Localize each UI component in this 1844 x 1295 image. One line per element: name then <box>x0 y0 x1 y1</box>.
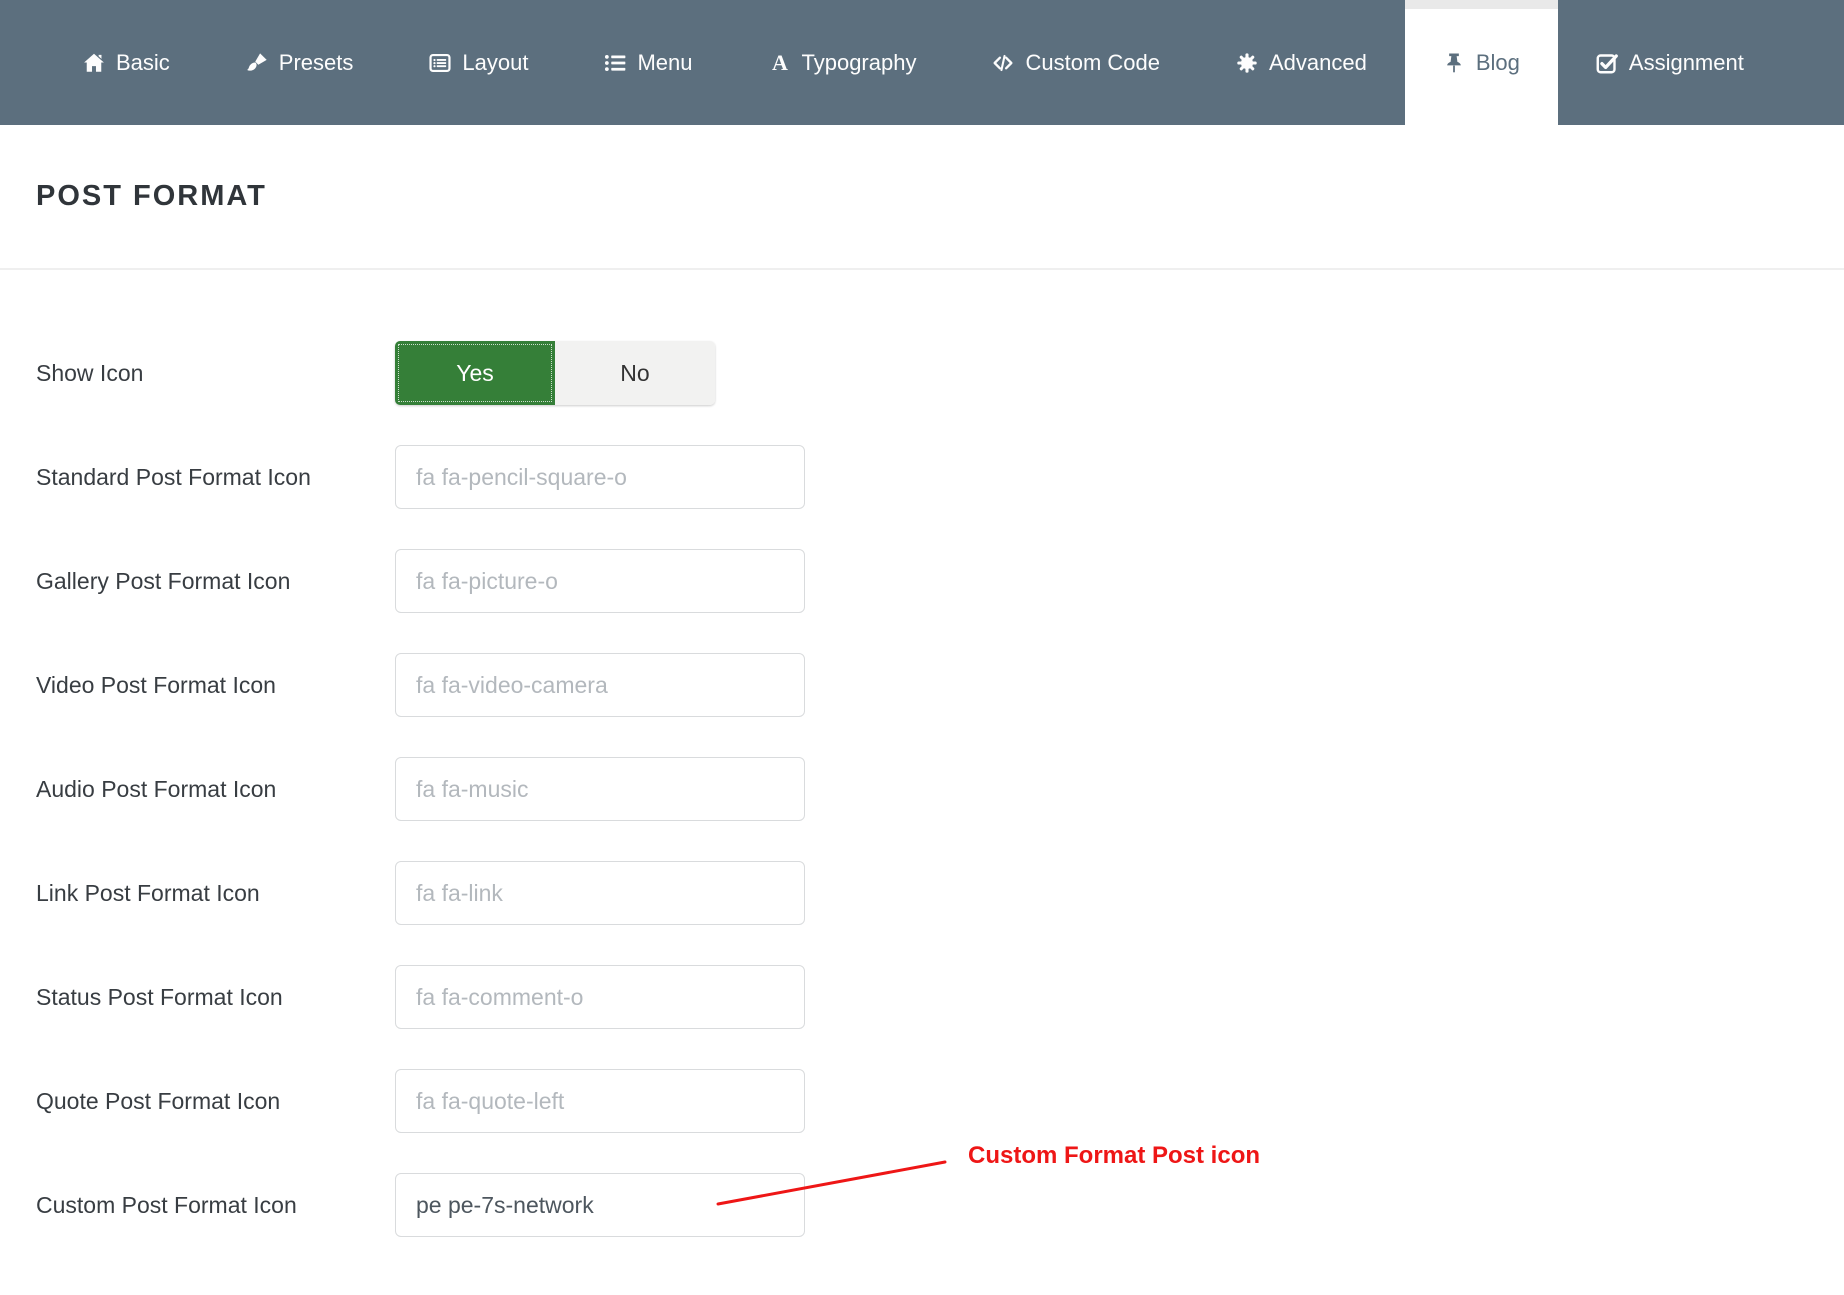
show-icon-toggle: Yes No <box>395 341 715 405</box>
field-label: Video Post Format Icon <box>36 672 395 699</box>
tab-blog[interactable]: Blog <box>1405 0 1558 125</box>
no-button[interactable]: No <box>555 341 715 405</box>
form-row: Audio Post Format Icon <box>36 757 1844 821</box>
form-row: Quote Post Format Icon <box>36 1069 1844 1133</box>
status-post-format-icon-input[interactable] <box>395 965 805 1029</box>
tab-assignment[interactable]: Assignment <box>1558 0 1782 125</box>
standard-post-format-icon-input[interactable] <box>395 445 805 509</box>
form-row: Video Post Format Icon <box>36 653 1844 717</box>
tab-layout[interactable]: Layout <box>391 0 566 125</box>
tab-menu[interactable]: Menu <box>566 0 730 125</box>
field-label: Custom Post Format Icon <box>36 1192 395 1219</box>
post-format-panel: Show Icon Yes No Standard Post Format Ic… <box>0 270 1844 1237</box>
tab-custom-code[interactable]: Custom Code <box>954 0 1198 125</box>
field-label: Audio Post Format Icon <box>36 776 395 803</box>
gear-icon <box>1236 52 1258 74</box>
field-label: Standard Post Format Icon <box>36 464 395 491</box>
tab-advanced[interactable]: Advanced <box>1198 0 1405 125</box>
show-icon-row: Show Icon Yes No <box>36 341 1844 405</box>
tab-basic[interactable]: Basic <box>45 0 208 125</box>
form-row: Status Post Format Icon <box>36 965 1844 1029</box>
audio-post-format-icon-input[interactable] <box>395 757 805 821</box>
tab-label: Assignment <box>1629 50 1744 76</box>
layout-icon <box>429 52 451 74</box>
home-icon <box>83 52 105 74</box>
field-label: Status Post Format Icon <box>36 984 395 1011</box>
tab-label: Blog <box>1476 50 1520 76</box>
form-row: Link Post Format Icon <box>36 861 1844 925</box>
tab-presets[interactable]: Presets <box>208 0 392 125</box>
pin-icon <box>1443 52 1465 74</box>
font-icon <box>769 52 791 74</box>
tab-label: Typography <box>802 50 917 76</box>
code-icon <box>992 52 1014 74</box>
section-header: POST FORMAT <box>0 125 1844 270</box>
tab-label: Presets <box>279 50 354 76</box>
tab-label: Menu <box>637 50 692 76</box>
check-square-icon <box>1596 52 1618 74</box>
video-post-format-icon-input[interactable] <box>395 653 805 717</box>
tab-label: Custom Code <box>1025 50 1160 76</box>
tab-bar: Basic Presets Layout Menu Typography Cus… <box>0 0 1844 125</box>
menu-list-icon <box>604 52 626 74</box>
field-label: Show Icon <box>36 360 395 387</box>
quote-post-format-icon-input[interactable] <box>395 1069 805 1133</box>
link-post-format-icon-input[interactable] <box>395 861 805 925</box>
paintbrush-icon <box>246 52 268 74</box>
template-settings-screen: Basic Presets Layout Menu Typography Cus… <box>0 0 1844 1295</box>
page-title: POST FORMAT <box>36 180 267 213</box>
tab-label: Basic <box>116 50 170 76</box>
field-rows: Standard Post Format Icon Gallery Post F… <box>36 445 1844 1237</box>
form-row: Custom Post Format Icon <box>36 1173 1844 1237</box>
form-row: Standard Post Format Icon <box>36 445 1844 509</box>
annotation-text: Custom Format Post icon <box>968 1142 1260 1170</box>
field-label: Gallery Post Format Icon <box>36 568 395 595</box>
form-row: Gallery Post Format Icon <box>36 549 1844 613</box>
tab-label: Layout <box>462 50 528 76</box>
field-label: Quote Post Format Icon <box>36 1088 395 1115</box>
tab-label: Advanced <box>1269 50 1367 76</box>
gallery-post-format-icon-input[interactable] <box>395 549 805 613</box>
yes-button[interactable]: Yes <box>395 341 555 405</box>
custom-post-format-icon-input[interactable] <box>395 1173 805 1237</box>
tab-typography[interactable]: Typography <box>731 0 955 125</box>
field-label: Link Post Format Icon <box>36 880 395 907</box>
